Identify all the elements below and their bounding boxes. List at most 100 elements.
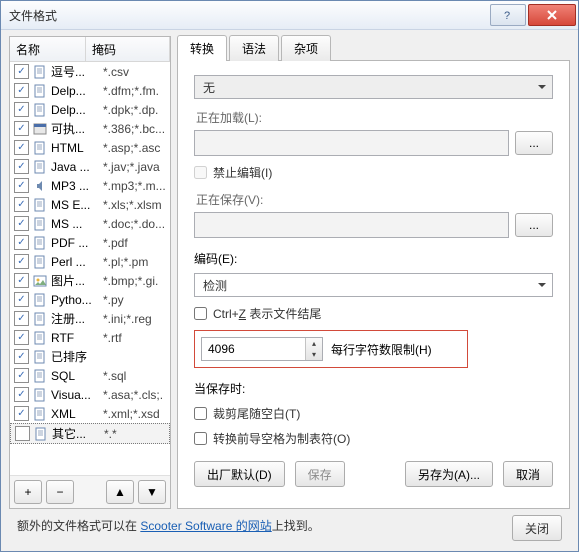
list-item[interactable]: Delp...*.dpk;*.dp.: [10, 100, 170, 119]
row-checkbox[interactable]: [14, 368, 29, 383]
row-checkbox[interactable]: [14, 273, 29, 288]
row-checkbox[interactable]: [14, 121, 29, 136]
ctrlz-checkbox[interactable]: Ctrl+Z 表示文件结尾: [194, 305, 553, 322]
header-mask[interactable]: 掩码: [86, 37, 170, 61]
row-checkbox[interactable]: [14, 406, 29, 421]
row-mask: *.bmp;*.gi.: [103, 274, 168, 288]
row-checkbox[interactable]: [15, 426, 30, 441]
chevron-down-icon: ▾: [306, 349, 322, 360]
list-item[interactable]: MS ...*.doc;*.do...: [10, 214, 170, 233]
list-item[interactable]: Pytho...*.py: [10, 290, 170, 309]
help-button[interactable]: ?: [490, 4, 526, 26]
list-item[interactable]: MP3 ...*.mp3;*.m...: [10, 176, 170, 195]
row-checkbox[interactable]: [14, 311, 29, 326]
tabs-checkbox[interactable]: 转换前导空格为制表符(O): [194, 430, 553, 447]
row-checkbox[interactable]: [14, 254, 29, 269]
row-checkbox[interactable]: [14, 102, 29, 117]
row-checkbox[interactable]: [14, 387, 29, 402]
list-item[interactable]: 其它...*.*: [10, 423, 170, 444]
trim-checkbox[interactable]: 裁剪尾随空白(T): [194, 405, 553, 422]
save-as-button[interactable]: 另存为(A)...: [405, 461, 493, 487]
row-mask: *.py: [103, 293, 168, 307]
cancel-button[interactable]: 取消: [503, 461, 553, 487]
close-button[interactable]: 关闭: [512, 515, 562, 541]
row-name: Java ...: [51, 160, 103, 174]
list-item[interactable]: 注册...*.ini;*.reg: [10, 309, 170, 328]
file-icon: [32, 255, 48, 269]
list-item[interactable]: SQL*.sql: [10, 366, 170, 385]
list-item[interactable]: Visua...*.asa;*.cls;.: [10, 385, 170, 404]
file-icon: [32, 198, 48, 212]
row-checkbox[interactable]: [14, 292, 29, 307]
remove-button[interactable]: −: [46, 480, 74, 504]
tab-misc[interactable]: 杂项: [281, 35, 331, 61]
list-item[interactable]: Java ...*.jav;*.java: [10, 157, 170, 176]
list-item[interactable]: 图片...*.bmp;*.gi.: [10, 271, 170, 290]
save-button[interactable]: 保存: [295, 461, 345, 487]
charlimit-spinner[interactable]: ▴▾: [201, 337, 323, 361]
footer-link[interactable]: Scooter Software 的网站: [140, 519, 271, 533]
row-name: 注册...: [51, 310, 103, 327]
row-checkbox[interactable]: [14, 159, 29, 174]
window-close-button[interactable]: [528, 4, 576, 26]
row-name: XML: [51, 407, 103, 421]
move-up-button[interactable]: ▲: [106, 480, 134, 504]
list-item[interactable]: HTML*.asp;*.asc: [10, 138, 170, 157]
right-panel: 转换 语法 杂项 无 正在加载(L): ... 禁止编辑(I): [177, 36, 570, 509]
row-name: SQL: [51, 369, 103, 383]
saving-browse-button[interactable]: ...: [515, 213, 553, 237]
disable-edit-input[interactable]: [194, 166, 207, 179]
row-checkbox[interactable]: [14, 178, 29, 193]
move-down-button[interactable]: ▼: [138, 480, 166, 504]
ctrlz-input[interactable]: [194, 307, 207, 320]
footer-note: 额外的文件格式可以在 Scooter Software 的网站上找到。 关闭: [9, 513, 570, 547]
encoding-dropdown[interactable]: 检测: [194, 273, 553, 297]
row-checkbox[interactable]: [14, 330, 29, 345]
row-mask: *.jav;*.java: [103, 160, 168, 174]
list-item[interactable]: PDF ...*.pdf: [10, 233, 170, 252]
loading-input[interactable]: [194, 130, 509, 156]
tab-convert[interactable]: 转换: [177, 35, 227, 61]
row-checkbox[interactable]: [14, 83, 29, 98]
disable-edit-checkbox[interactable]: 禁止编辑(I): [194, 164, 553, 181]
row-mask: *.pdf: [103, 236, 168, 250]
file-icon: [32, 160, 48, 174]
list-item[interactable]: XML*.xml;*.xsd: [10, 404, 170, 423]
list-item[interactable]: RTF*.rtf: [10, 328, 170, 347]
tab-syntax[interactable]: 语法: [229, 35, 279, 61]
row-checkbox[interactable]: [14, 140, 29, 155]
add-button[interactable]: +: [14, 480, 42, 504]
list-item[interactable]: 可执...*.386;*.bc...: [10, 119, 170, 138]
factory-defaults-button[interactable]: 出厂默认(D): [194, 461, 285, 487]
list-item[interactable]: Delp...*.dfm;*.fm.: [10, 81, 170, 100]
row-name: HTML: [51, 141, 103, 155]
row-checkbox[interactable]: [14, 216, 29, 231]
list-item[interactable]: Perl ...*.pl;*.pm: [10, 252, 170, 271]
dialog-window: 文件格式 ? 名称 掩码 逗号...*.csvDelp...*.dfm;*.fm…: [0, 0, 579, 552]
row-mask: *.dpk;*.dp.: [103, 103, 168, 117]
list-item[interactable]: 已排序: [10, 347, 170, 366]
row-checkbox[interactable]: [14, 197, 29, 212]
list-item[interactable]: MS E...*.xls;*.xlsm: [10, 195, 170, 214]
trim-input[interactable]: [194, 407, 207, 420]
conversion-dropdown[interactable]: 无: [194, 75, 553, 99]
spinner-arrows[interactable]: ▴▾: [305, 338, 322, 360]
row-checkbox[interactable]: [14, 64, 29, 79]
list-header: 名称 掩码: [10, 37, 170, 62]
panel-buttons: 出厂默认(D) 保存 另存为(A)... 取消: [194, 461, 553, 487]
tabs-label: 转换前导空格为制表符(O): [213, 430, 350, 447]
window-title: 文件格式: [9, 7, 490, 24]
row-mask: *.dfm;*.fm.: [103, 84, 168, 98]
list-item[interactable]: 逗号...*.csv: [10, 62, 170, 81]
header-name[interactable]: 名称: [10, 37, 86, 61]
row-checkbox[interactable]: [14, 349, 29, 364]
loading-browse-button[interactable]: ...: [515, 131, 553, 155]
help-icon: ?: [502, 9, 514, 21]
charlimit-input[interactable]: [202, 338, 305, 360]
format-list[interactable]: 逗号...*.csvDelp...*.dfm;*.fm.Delp...*.dpk…: [10, 62, 170, 475]
file-icon: [32, 331, 48, 345]
tabs-input[interactable]: [194, 432, 207, 445]
plus-icon: +: [24, 485, 31, 499]
saving-input[interactable]: [194, 212, 509, 238]
row-checkbox[interactable]: [14, 235, 29, 250]
